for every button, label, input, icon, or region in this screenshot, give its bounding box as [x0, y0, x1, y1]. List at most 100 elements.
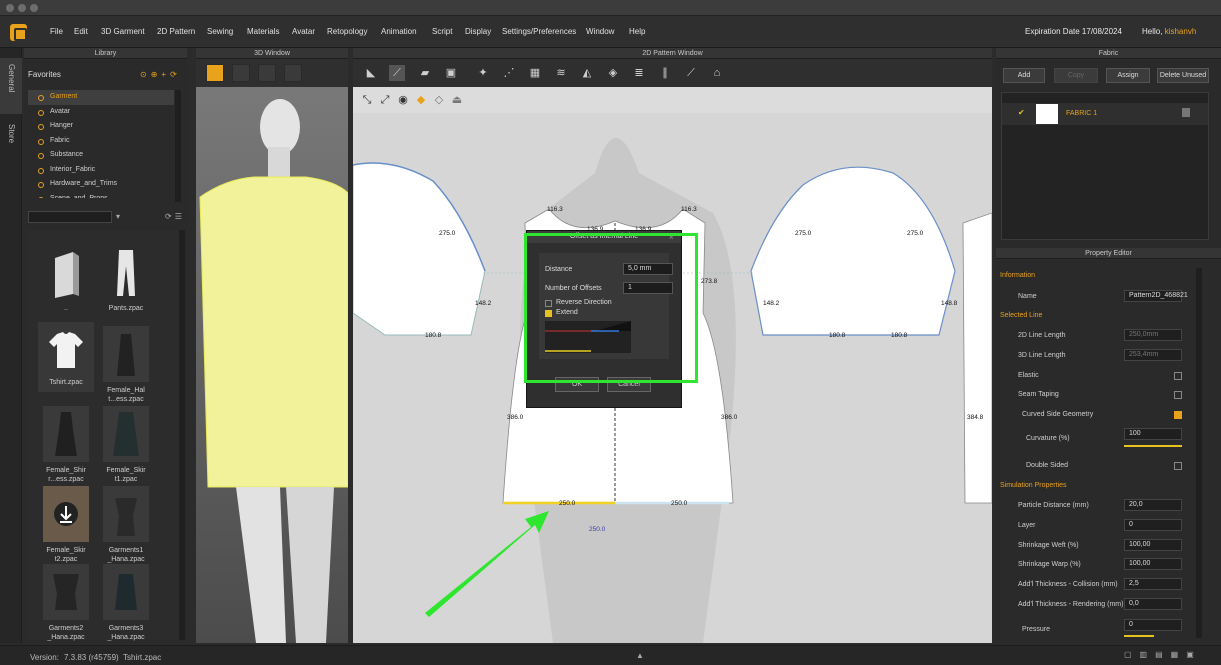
expand-up-icon[interactable]: ▲ — [636, 651, 644, 660]
particle-field[interactable]: 20,0 — [1124, 499, 1182, 511]
export-icon[interactable]: ⏏ — [449, 92, 465, 108]
file-item[interactable]: Female_Skir t2.zpac — [38, 486, 94, 564]
menu-animation[interactable]: Animation — [381, 27, 417, 36]
texture-icon[interactable]: ◆ — [413, 92, 429, 108]
file-item[interactable]: Female_Skir t1.zpac — [98, 406, 154, 484]
maximize-window-icon[interactable] — [30, 4, 38, 12]
name-field[interactable]: Pattern2D_468821 — [1124, 290, 1188, 302]
sim-props-section[interactable]: Simulation Properties — [1000, 482, 1067, 489]
seam-taping-checkbox[interactable] — [1174, 391, 1182, 399]
file-item[interactable]: Garments3 _Hana.zpac — [98, 564, 154, 642]
tree-item-avatar[interactable]: Avatar — [28, 105, 174, 120]
elastic-icon[interactable]: ≣ — [631, 65, 647, 81]
fold-icon[interactable]: ◭ — [579, 65, 595, 81]
file-item[interactable]: Female_Shir r...ess.zpac — [38, 406, 94, 484]
menu-2d-pattern[interactable]: 2D Pattern — [157, 27, 195, 36]
close-window-icon[interactable] — [6, 4, 14, 12]
selected-line-section[interactable]: Selected Line — [1000, 312, 1042, 319]
menu-edit[interactable]: Edit — [74, 27, 88, 36]
weft-field[interactable]: 100,00 — [1124, 539, 1182, 551]
elastic-checkbox[interactable] — [1174, 372, 1182, 380]
curvature-label: Curvature (%) — [1026, 435, 1070, 442]
sewing-icon[interactable]: ≋ — [553, 65, 569, 81]
file-item-selected[interactable]: Tshirt.zpac — [38, 322, 94, 392]
measurement-label: 116.3 — [681, 206, 697, 213]
tree-item-scene-props[interactable]: Scene_and_Props — [28, 192, 174, 198]
tree-scrollbar[interactable] — [175, 90, 181, 202]
tree-item-fabric[interactable]: Fabric — [28, 134, 174, 149]
file-item[interactable]: Female_Hal t...ess.zpac — [98, 326, 154, 404]
filter-dropdown-icon[interactable]: ▾ — [116, 212, 120, 221]
edit-icon[interactable]: ⤢ — [377, 92, 393, 108]
menu-window[interactable]: Window — [586, 27, 614, 36]
menu-materials[interactable]: Materials — [247, 27, 279, 36]
tree-item-garment[interactable]: Garment — [28, 90, 174, 105]
pin-tool-icon[interactable] — [258, 64, 276, 82]
menu-settings[interactable]: Settings/Preferences — [502, 27, 576, 36]
pressure-field[interactable]: 0 — [1124, 619, 1182, 631]
menu-script[interactable]: Script — [432, 27, 452, 36]
curvature-slider[interactable] — [1124, 445, 1182, 447]
rendering-field[interactable]: 0,0 — [1124, 598, 1182, 610]
polygon-icon[interactable]: ▰ — [417, 65, 433, 81]
file-item[interactable]: Garments2 _Hana.zpac — [38, 564, 94, 642]
circle-tool-icon[interactable]: ◉ — [395, 92, 411, 108]
tshirt-tool-icon[interactable] — [284, 64, 302, 82]
layer-field[interactable]: 0 — [1124, 519, 1182, 531]
property-scrollbar[interactable] — [1196, 268, 1202, 638]
menu-file[interactable]: File — [50, 27, 63, 36]
view-toggle-icon[interactable]: ⟳☰ — [165, 212, 185, 221]
user-greeting[interactable]: Hello, kishanvh — [1142, 27, 1196, 36]
gizmo-icon[interactable] — [232, 64, 250, 82]
add-fabric-button[interactable]: Add — [1003, 68, 1045, 83]
info-section[interactable]: Information — [1000, 272, 1035, 279]
tab-general[interactable]: General — [0, 58, 22, 114]
delete-unused-button[interactable]: Delete Unused — [1157, 68, 1209, 83]
texture-edit-icon[interactable]: ◇ — [431, 92, 447, 108]
warp-field[interactable]: 100,00 — [1124, 558, 1182, 570]
arrange-icon[interactable]: ◈ — [605, 65, 621, 81]
favorites-toolbar-icons[interactable]: ⊙⊕+⟳ — [140, 70, 181, 79]
curvature-field[interactable]: 100 — [1124, 428, 1182, 440]
file-item[interactable]: Garments1 _Hana.zpac — [98, 486, 154, 564]
pressure-slider[interactable] — [1124, 635, 1154, 637]
tree-item-hanger[interactable]: Hanger — [28, 119, 174, 134]
tree-item-substance[interactable]: Substance — [28, 148, 174, 163]
collision-field[interactable]: 2,5 — [1124, 578, 1182, 590]
assign-fabric-button[interactable]: Assign — [1106, 68, 1150, 83]
tab-store[interactable]: Store — [0, 118, 22, 168]
edit-point-icon[interactable]: ⟋ — [389, 65, 405, 81]
menu-avatar[interactable]: Avatar — [292, 27, 315, 36]
property-editor: Property Editor Information Name Pattern… — [996, 248, 1221, 643]
fabric-item[interactable]: ✔ FABRIC 1 — [1002, 103, 1208, 125]
rectangle-icon[interactable]: ▣ — [443, 65, 459, 81]
status-bar: Version: 7.3.83 (r45759) Tshirt.zpac ▲ ▢… — [0, 645, 1221, 665]
menu-3d-garment[interactable]: 3D Garment — [101, 27, 145, 36]
double-sided-checkbox[interactable] — [1174, 462, 1182, 470]
library-search-input[interactable] — [28, 211, 112, 223]
file-grid-scrollbar[interactable] — [179, 230, 185, 640]
pointer-icon[interactable]: ⤡ — [359, 92, 375, 108]
tshirt-tool-icon[interactable]: ⌂ — [709, 65, 725, 81]
file-item[interactable]: Pants.zpac — [98, 244, 154, 313]
segment-icon[interactable]: ⋰ — [501, 65, 517, 81]
curved-checkbox[interactable] — [1174, 411, 1182, 419]
copy-fabric-button[interactable]: Copy — [1054, 68, 1098, 83]
menu-display[interactable]: Display — [465, 27, 491, 36]
grid-icon[interactable]: ▦ — [527, 65, 543, 81]
tree-item-interior-fabric[interactable]: Interior_Fabric — [28, 163, 174, 178]
select-move-icon[interactable] — [206, 64, 224, 82]
minimize-window-icon[interactable] — [18, 4, 26, 12]
layout-icons[interactable]: ▢▥▤▦▣ — [1124, 650, 1202, 659]
tree-item-hardware[interactable]: Hardware_and_Trims — [28, 177, 174, 192]
transform-tool-icon[interactable]: ◣ — [363, 65, 379, 81]
lock-icon[interactable] — [1182, 108, 1190, 117]
seam-icon[interactable]: ∥ — [657, 65, 673, 81]
pin-icon[interactable]: ✦ — [475, 65, 491, 81]
menu-sewing[interactable]: Sewing — [207, 27, 233, 36]
menu-retopology[interactable]: Retopology — [327, 27, 367, 36]
tape-icon[interactable]: ⟋ — [683, 65, 699, 81]
file-item[interactable]: .. — [38, 244, 94, 313]
3d-window[interactable]: 3D Window — [196, 48, 348, 643]
menu-help[interactable]: Help — [629, 27, 645, 36]
